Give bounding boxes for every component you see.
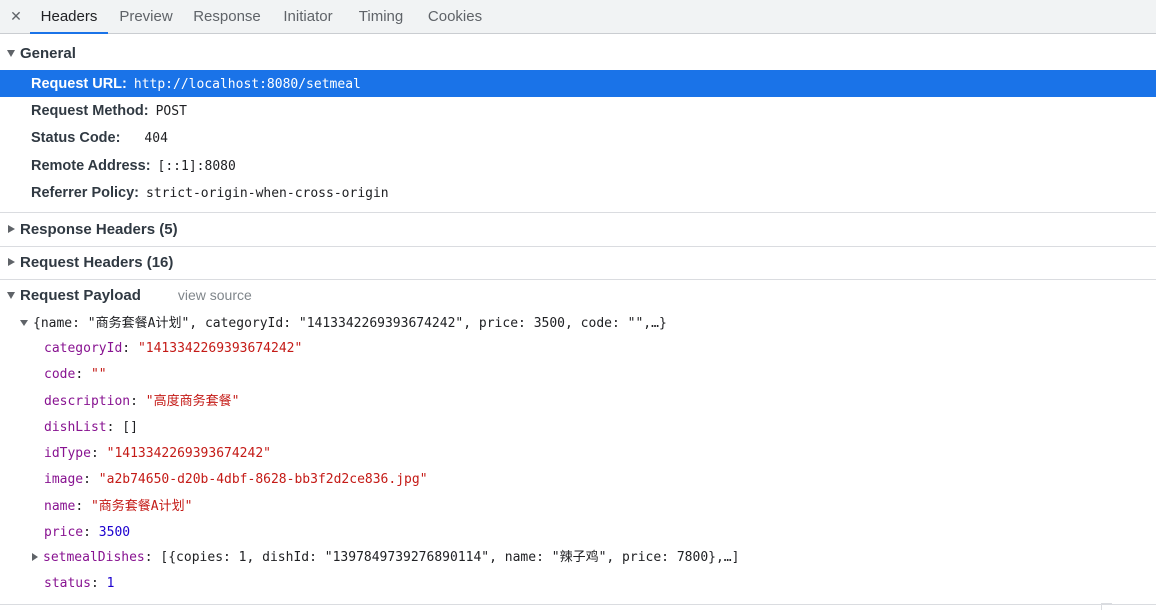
request-headers-section-header[interactable]: Request Headers (16) (8, 251, 173, 275)
bottom-divider (0, 604, 1156, 605)
summary-value-name: "商务套餐A计划" (87, 316, 190, 331)
collapse-triangle-icon (8, 258, 15, 267)
field-value: 3500 (98, 525, 131, 540)
field-key: status (44, 576, 91, 591)
payload-field-categoryid[interactable]: categoryId: "1413342269393674242" (44, 336, 1156, 362)
payload-summary-row[interactable]: {name: "商务套餐A计划", categoryId: "141334226… (20, 311, 1156, 337)
field-key: setmealDishes (43, 550, 145, 565)
tab-timing[interactable]: Timing (348, 0, 414, 34)
field-value: [{copies: 1, dishId: "139784973927689011… (160, 550, 740, 565)
payload-field-image[interactable]: image: "a2b74650-d20b-4dbf-8628-bb3f2d2c… (44, 467, 1156, 493)
response-headers-section-header[interactable]: Response Headers (5) (8, 218, 178, 242)
expand-triangle-icon (7, 291, 15, 299)
remote-address-key: Remote Address: (31, 158, 151, 174)
field-value: "商务套餐A计划" (90, 499, 193, 514)
field-key: idType (44, 446, 91, 461)
tab-response[interactable]: Response (186, 0, 268, 34)
request-payload-section-header[interactable]: Request Payload view source (7, 283, 252, 307)
payload-field-code[interactable]: code: "" (44, 362, 1156, 388)
field-key: image (44, 472, 84, 487)
request-url-value: http://localhost:8080/setmeal (133, 77, 361, 92)
summary-open-brace: { (33, 316, 41, 331)
field-key: code (44, 367, 76, 382)
section-divider (0, 212, 1156, 213)
payload-field-name[interactable]: name: "商务套餐A计划" (44, 494, 1156, 520)
field-value: 1 (106, 576, 115, 591)
request-method-value: POST (155, 104, 187, 119)
field-value: "高度商务套餐" (145, 394, 240, 409)
devtools-tab-bar: ✕ Headers Preview Response Initiator Tim… (0, 0, 1156, 34)
field-value: "a2b74650-d20b-4dbf-8628-bb3f2d2ce836.jp… (98, 472, 428, 487)
summary-value-price: 3500 (533, 316, 566, 331)
payload-field-setmealdishes[interactable]: setmealDishes: [{copies: 1, dishId: "139… (32, 545, 1156, 571)
request-url-key: Request URL: (31, 76, 127, 92)
summary-key-categoryid: categoryId (204, 316, 284, 331)
general-row-request-url[interactable]: Request URL: http://localhost:8080/setmea… (0, 70, 1156, 97)
general-row-status-code[interactable]: Status Code: 404 (0, 124, 1156, 151)
collapse-triangle-icon (32, 552, 38, 561)
general-section-title: General (20, 45, 76, 62)
field-value: "1413342269393674242" (137, 341, 303, 356)
field-key: dishList (44, 420, 107, 435)
section-divider (0, 246, 1156, 247)
general-row-remote-address[interactable]: Remote Address: [::1]:8080 (0, 152, 1156, 179)
tab-preview[interactable]: Preview (110, 0, 182, 34)
field-value: "1413342269393674242" (106, 446, 271, 461)
summary-value-categoryid: "1413342269393674242" (298, 316, 464, 331)
general-section-header[interactable]: General (7, 42, 76, 66)
request-headers-title: Request Headers (16) (20, 254, 174, 271)
tab-headers[interactable]: Headers (30, 0, 108, 34)
request-method-key: Request Method: (31, 103, 149, 119)
remote-address-value: [::1]:8080 (157, 159, 236, 174)
payload-field-dishlist[interactable]: dishList: [] (44, 415, 1156, 441)
close-icon[interactable]: ✕ (9, 7, 23, 25)
response-headers-title: Response Headers (5) (20, 221, 178, 238)
request-payload-title: Request Payload (20, 287, 141, 304)
status-code-value: 404 (144, 131, 168, 146)
scroll-corner (1101, 603, 1112, 610)
summary-key-name: name (40, 316, 73, 331)
tab-initiator[interactable]: Initiator (272, 0, 344, 34)
summary-key-price: price (478, 316, 519, 331)
field-key: price (44, 525, 84, 540)
summary-value-code: "" (627, 316, 644, 331)
summary-tail: ,…} (643, 316, 667, 331)
status-code-key: Status Code: (31, 130, 121, 146)
payload-field-idtype[interactable]: idType: "1413342269393674242" (44, 441, 1156, 467)
referrer-policy-key: Referrer Policy: (31, 185, 139, 201)
expand-triangle-icon (20, 319, 28, 326)
view-source-link[interactable]: view source (178, 287, 252, 303)
field-key: description (44, 394, 131, 409)
field-key: name (44, 499, 76, 514)
general-row-referrer-policy[interactable]: Referrer Policy: strict-origin-when-cross… (0, 179, 1156, 206)
field-value: [] (122, 420, 138, 435)
section-divider (0, 279, 1156, 280)
tab-cookies[interactable]: Cookies (418, 0, 492, 34)
expand-triangle-icon (7, 49, 15, 57)
payload-field-status[interactable]: status: 1 (44, 571, 1156, 597)
general-row-request-method[interactable]: Request Method: POST (0, 97, 1156, 124)
payload-field-price[interactable]: price: 3500 (44, 520, 1156, 546)
referrer-policy-value: strict-origin-when-cross-origin (146, 186, 389, 201)
payload-field-description[interactable]: description: "高度商务套餐" (44, 389, 1156, 415)
collapse-triangle-icon (8, 225, 15, 234)
field-key: categoryId (44, 341, 123, 356)
summary-key-code: code (580, 316, 612, 331)
field-value: "" (90, 367, 107, 382)
